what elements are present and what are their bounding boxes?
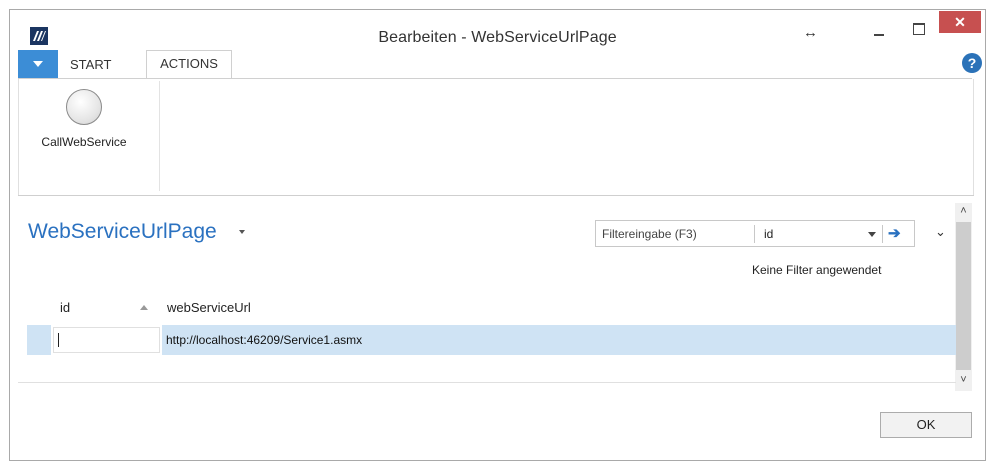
column-header-webserviceurl[interactable]: webServiceUrl xyxy=(167,300,251,315)
page-title[interactable]: WebServiceUrlPage xyxy=(28,220,217,244)
tab-actions[interactable]: ACTIONS xyxy=(146,50,232,78)
filter-separator xyxy=(754,225,755,243)
ribbon-bottom-border xyxy=(18,195,974,196)
scroll-thumb[interactable] xyxy=(956,222,971,370)
close-button[interactable]: ✕ xyxy=(939,11,981,33)
help-icon[interactable]: ? xyxy=(962,53,982,73)
minimize-icon xyxy=(874,34,884,36)
cell-webserviceurl[interactable]: http://localhost:46209/Service1.asmx xyxy=(162,325,956,355)
sort-ascending-icon xyxy=(140,305,148,310)
ribbon-tabs: START ACTIONS ? xyxy=(18,48,982,78)
cell-id-input[interactable] xyxy=(53,327,160,353)
chevron-down-icon xyxy=(33,61,43,67)
scroll-down-icon[interactable]: ˅ xyxy=(955,374,972,388)
circle-icon xyxy=(66,89,102,125)
arrow-right-icon[interactable]: ➔ xyxy=(888,224,901,242)
ribbon-body: CallWebService xyxy=(18,79,974,195)
scroll-up-icon[interactable]: ˄ xyxy=(955,205,972,219)
text-cursor xyxy=(58,333,59,347)
filter-status: Keine Filter angewendet xyxy=(752,263,882,277)
filter-bar: Filtereingabe (F3) id ➔ xyxy=(595,220,915,247)
chevron-down-icon[interactable] xyxy=(868,232,876,237)
maximize-button[interactable] xyxy=(903,18,935,42)
filter-input[interactable]: Filtereingabe (F3) xyxy=(602,227,697,241)
maximize-icon xyxy=(913,23,925,35)
row-selector[interactable] xyxy=(27,325,51,355)
column-header-id[interactable]: id xyxy=(60,300,70,315)
callwebservice-action[interactable]: CallWebService xyxy=(19,79,149,195)
expand-icon[interactable]: ⌄ xyxy=(935,224,946,240)
table-row[interactable]: http://localhost:46209/Service1.asmx xyxy=(27,325,956,355)
filter-field-select[interactable]: id xyxy=(764,227,773,241)
page-menu-arrow-icon[interactable] xyxy=(239,230,245,234)
tab-start[interactable]: START xyxy=(70,57,111,72)
filter-separator xyxy=(882,225,883,243)
cell-webserviceurl-value: http://localhost:46209/Service1.asmx xyxy=(166,333,363,347)
action-label: CallWebService xyxy=(41,135,127,149)
ribbon-group-separator xyxy=(159,81,160,191)
ok-button[interactable]: OK xyxy=(880,412,972,438)
resize-icon[interactable]: ↔ xyxy=(803,24,818,41)
minimize-button[interactable] xyxy=(861,18,895,42)
footer-divider xyxy=(18,382,956,383)
application-menu-button[interactable] xyxy=(18,50,58,78)
window-title: Bearbeiten - WebServiceUrlPage xyxy=(378,29,617,46)
